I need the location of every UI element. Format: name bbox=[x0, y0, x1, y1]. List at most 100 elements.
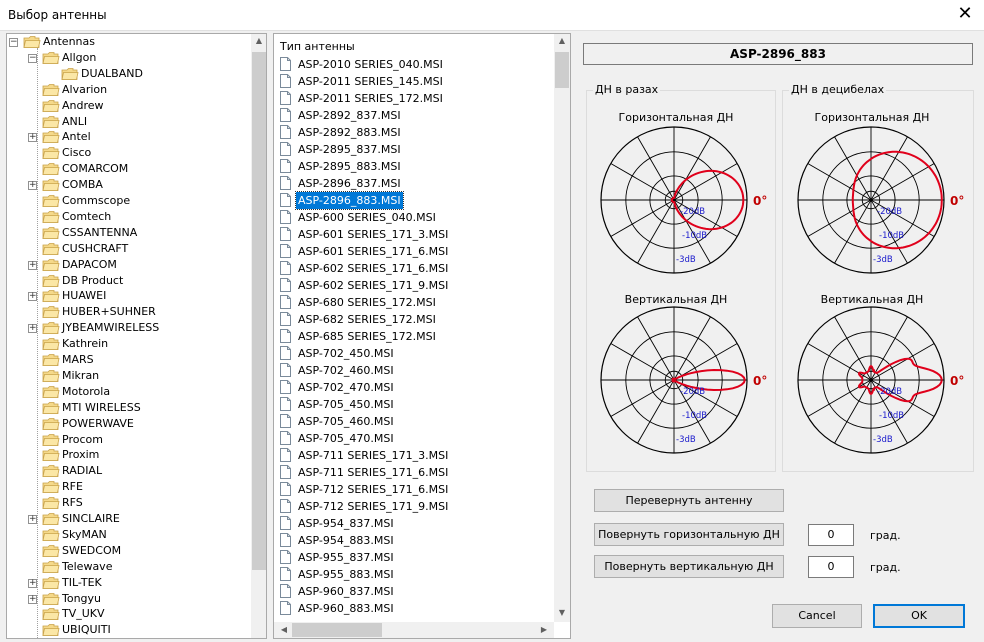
tree-item[interactable]: Telewave bbox=[7, 559, 247, 575]
tree-item[interactable]: + TIL-TEK bbox=[7, 575, 247, 591]
tree-item-label: Tongyu bbox=[62, 591, 102, 605]
file-icon bbox=[280, 499, 291, 513]
tree-item-label: Cisco bbox=[62, 146, 92, 160]
ok-button[interactable]: OK bbox=[873, 604, 965, 628]
rotate-horizontal-input[interactable]: 0 bbox=[808, 524, 854, 546]
expand-icon[interactable]: + bbox=[28, 181, 37, 191]
tree-item[interactable]: UBIQUITI bbox=[7, 622, 247, 638]
tree-item[interactable]: SkyMAN bbox=[7, 527, 247, 543]
expand-icon[interactable]: + bbox=[28, 324, 37, 334]
expand-icon[interactable]: + bbox=[28, 133, 37, 143]
folder-icon bbox=[42, 146, 60, 160]
tree-item[interactable]: + Antel bbox=[7, 129, 247, 145]
tree-scroll-thumb[interactable] bbox=[252, 52, 266, 570]
file-icon bbox=[280, 312, 291, 326]
tree-scrollbar[interactable]: ▲ bbox=[251, 34, 266, 638]
tree-item[interactable]: Commscope bbox=[7, 193, 247, 209]
tree-item-label: DUALBAND bbox=[81, 66, 143, 80]
tree-item[interactable]: CUSHCRAFT bbox=[7, 241, 247, 257]
collapse-icon[interactable]: − bbox=[9, 38, 18, 47]
list-item-label: ASP-711 SERIES_171_6.MSI bbox=[298, 466, 449, 479]
folder-icon bbox=[42, 178, 60, 192]
rotate-vertical-unit: град. bbox=[870, 561, 901, 574]
tree-item[interactable]: CSSANTENNA bbox=[7, 225, 247, 241]
list-horizontal-scrollbar[interactable]: ◀ ▶ bbox=[274, 622, 554, 638]
tree-item[interactable]: DUALBAND bbox=[7, 66, 247, 82]
tree-item[interactable]: + DAPACOM bbox=[7, 257, 247, 273]
list-item-label: ASP-960_837.MSI bbox=[298, 585, 394, 598]
tree-item[interactable]: HUBER+SUHNER bbox=[7, 304, 247, 320]
tree-item[interactable]: SWEDCOM bbox=[7, 543, 247, 559]
tree-item[interactable]: ANLI bbox=[7, 114, 247, 130]
antenna-type-list[interactable]: Тип антенны ASP-2010 SERIES_040.MSI ASP-2… bbox=[273, 33, 571, 639]
folder-icon bbox=[42, 242, 60, 256]
list-item-label: ASP-705_450.MSI bbox=[298, 398, 394, 411]
expand-icon[interactable]: + bbox=[28, 292, 37, 302]
list-item-label: ASP-712 SERIES_171_6.MSI bbox=[298, 483, 449, 496]
tree-item[interactable]: COMARCOM bbox=[7, 161, 247, 177]
tree-item[interactable]: Kathrein bbox=[7, 336, 247, 352]
folder-icon bbox=[42, 226, 60, 240]
scroll-up-icon[interactable]: ▲ bbox=[251, 36, 266, 45]
close-icon[interactable]: ✕ bbox=[954, 4, 976, 26]
tree-item[interactable]: TV_UKV bbox=[7, 606, 247, 622]
tree-item[interactable]: Comtech bbox=[7, 209, 247, 225]
tree-item[interactable]: DB Product bbox=[7, 273, 247, 289]
tree-item[interactable]: POWERWAVE bbox=[7, 416, 247, 432]
flip-antenna-button[interactable]: Перевернуть антенну bbox=[594, 489, 784, 512]
tree-item[interactable]: Andrew bbox=[7, 98, 247, 114]
list-scroll-left-icon[interactable]: ◀ bbox=[276, 625, 292, 634]
list-scroll-down-icon[interactable]: ▼ bbox=[554, 608, 570, 617]
list-item-label: ASP-711 SERIES_171_3.MSI bbox=[298, 449, 449, 462]
expand-icon[interactable]: + bbox=[28, 515, 37, 524]
expand-icon[interactable]: + bbox=[28, 260, 37, 270]
list-vertical-scrollbar[interactable]: ▲ ▼ bbox=[554, 34, 570, 622]
tree-item-label: RFS bbox=[62, 496, 83, 510]
rotate-vertical-input[interactable]: 0 bbox=[808, 556, 854, 578]
tree-guide-line bbox=[37, 48, 38, 638]
tree-item[interactable]: Mikran bbox=[7, 368, 247, 384]
list-scroll-thumb[interactable] bbox=[555, 52, 569, 88]
tree-item-label: DB Product bbox=[62, 273, 124, 287]
cancel-button[interactable]: Cancel bbox=[772, 604, 862, 628]
title-bar: Выбор антенны ✕ bbox=[0, 0, 984, 31]
folder-icon bbox=[42, 623, 60, 637]
tree-item[interactable]: + JYBEAMWIRELESS bbox=[7, 320, 247, 336]
list-item-label: ASP-601 SERIES_171_6.MSI bbox=[298, 245, 449, 258]
manufacturer-tree[interactable]: − Antennas − Allgon DUALBAND Alvarion Andrew AN… bbox=[6, 33, 267, 639]
tree-item[interactable]: + Tongyu bbox=[7, 591, 247, 607]
rotate-horizontal-button[interactable]: Повернуть горизонтальную ДН bbox=[594, 523, 784, 546]
folder-icon bbox=[42, 528, 60, 542]
tree-item-label: COMARCOM bbox=[62, 162, 129, 176]
tree-item[interactable]: Motorola bbox=[7, 384, 247, 400]
window-title: Выбор антенны bbox=[8, 8, 107, 22]
collapse-icon[interactable]: − bbox=[28, 53, 37, 63]
tree-item-label: Mikran bbox=[62, 368, 100, 382]
list-item-label: ASP-955_883.MSI bbox=[298, 568, 394, 581]
list-hscroll-thumb[interactable] bbox=[292, 623, 382, 637]
tree-item[interactable]: Alvarion bbox=[7, 82, 247, 98]
folder-icon bbox=[42, 51, 60, 65]
tree-item[interactable]: Proxim bbox=[7, 447, 247, 463]
tree-item[interactable]: MARS bbox=[7, 352, 247, 368]
tree-item[interactable]: RFS bbox=[7, 495, 247, 511]
tree-item[interactable]: MTI WIRELESS bbox=[7, 400, 247, 416]
list-scroll-up-icon[interactable]: ▲ bbox=[554, 36, 570, 45]
tree-item[interactable]: + HUAWEI bbox=[7, 288, 247, 304]
tree-item[interactable]: Procom bbox=[7, 432, 247, 448]
tree-item[interactable]: − Antennas bbox=[7, 34, 247, 50]
list-scroll-right-icon[interactable]: ▶ bbox=[536, 625, 552, 634]
tree-item[interactable]: + SINCLAIRE bbox=[7, 511, 247, 527]
tree-item-label: POWERWAVE bbox=[62, 416, 134, 430]
list-item-label: ASP-960_883.MSI bbox=[298, 602, 394, 615]
tree-item[interactable]: RFE bbox=[7, 479, 247, 495]
tree-item[interactable]: − Allgon bbox=[7, 50, 247, 66]
tree-item[interactable]: Cisco bbox=[7, 145, 247, 161]
tree-item[interactable]: + COMBA bbox=[7, 177, 247, 193]
expand-icon[interactable]: + bbox=[28, 594, 37, 604]
rotate-vertical-button[interactable]: Повернуть вертикальную ДН bbox=[594, 555, 784, 578]
tree-item[interactable]: RADIAL bbox=[7, 463, 247, 479]
expand-icon[interactable]: + bbox=[28, 578, 37, 588]
tree-item-label: SWEDCOM bbox=[62, 543, 122, 557]
file-icon bbox=[280, 567, 291, 581]
